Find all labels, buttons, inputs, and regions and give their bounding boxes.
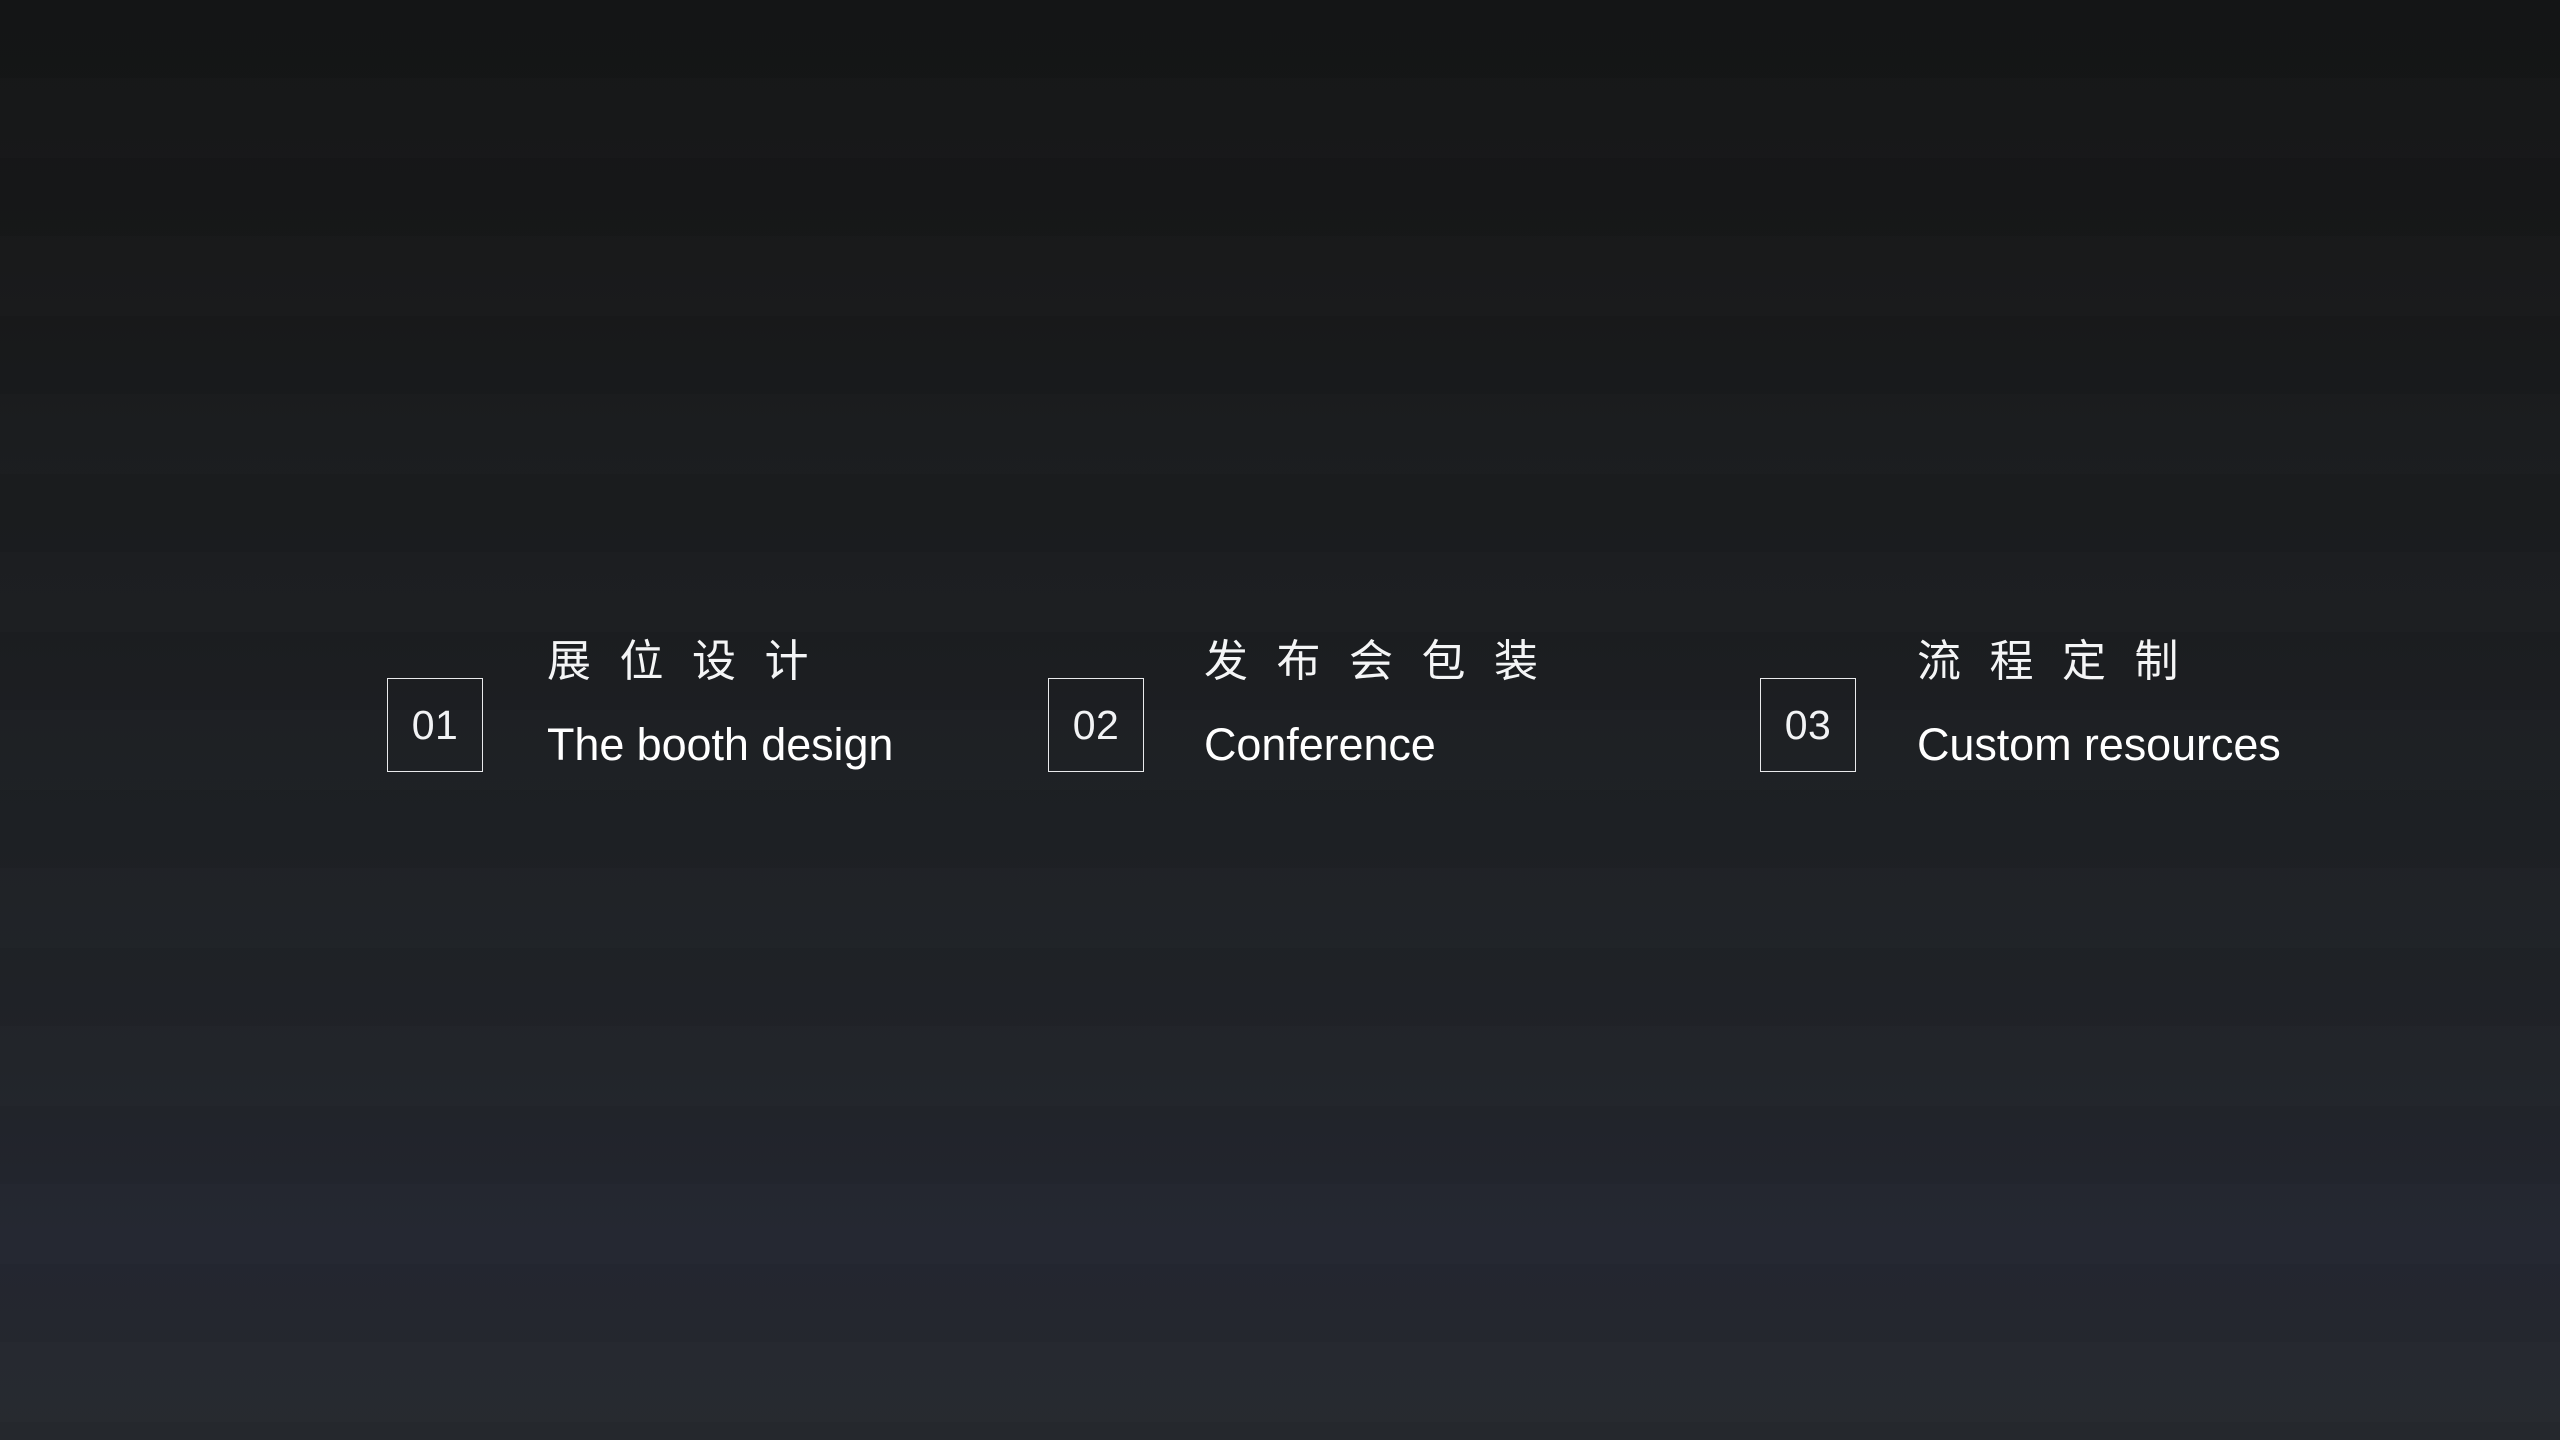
number-badge-label: 02 — [1072, 701, 1120, 748]
slide-canvas: 01 展 位 设 计 The booth design 02 发 布 会 包 装… — [0, 0, 2560, 1440]
number-badge-02: 02 — [1048, 678, 1144, 772]
feature-item-01[interactable]: 01 展 位 设 计 The booth design — [387, 640, 893, 772]
feature-item-03[interactable]: 03 流 程 定 制 Custom resources — [1760, 640, 2281, 772]
number-badge-01: 01 — [387, 678, 483, 772]
feature-text-block-01: 展 位 设 计 The booth design — [547, 636, 894, 770]
number-badge-label: 01 — [411, 701, 459, 748]
feature-title-cn: 发 布 会 包 装 — [1204, 636, 1546, 687]
feature-subtitle-en: The booth design — [547, 719, 894, 770]
feature-subtitle-en: Conference — [1204, 719, 1436, 770]
feature-text-block-03: 流 程 定 制 Custom resources — [1917, 636, 2281, 770]
feature-title-cn: 展 位 设 计 — [547, 636, 816, 687]
feature-subtitle-en: Custom resources — [1917, 719, 2281, 770]
feature-text-block-02: 发 布 会 包 装 Conference — [1204, 636, 1546, 770]
feature-item-02[interactable]: 02 发 布 会 包 装 Conference — [1048, 640, 1545, 772]
number-badge-label: 03 — [1784, 701, 1832, 748]
number-badge-03: 03 — [1760, 678, 1856, 772]
feature-title-cn: 流 程 定 制 — [1917, 636, 2186, 687]
feature-items-row: 01 展 位 设 计 The booth design 02 发 布 会 包 装… — [0, 0, 2560, 1440]
